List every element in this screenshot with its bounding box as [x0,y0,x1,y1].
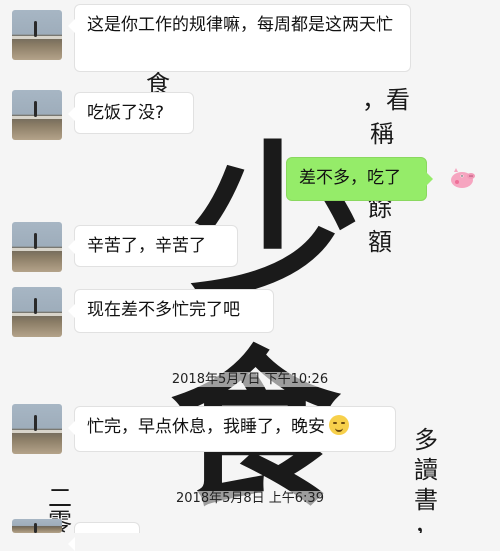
message-text: 这是你工作的规律嘛，每周都是这两天忙 [87,15,393,35]
contact-avatar[interactable] [12,287,62,337]
my-message-bubble[interactable]: 差不多，吃了 [286,157,433,201]
timestamp-text: 2018年5月8日 上午6:39 [172,491,328,506]
chat-wallpaper: 食 ，看 稱 餘 額 多 讀 書 ， 二 零 少 食 [0,0,500,533]
message-bubble[interactable]: 辛苦了，辛苦了 [68,225,238,267]
timestamp: 2018年5月8日 上午6:39 [0,487,500,506]
wallpaper-char: 稱 [370,120,394,148]
timestamp-text: 2018年5月7日 下午10:26 [167,372,333,387]
message-bubble[interactable]: 这是你工作的规律嘛，每周都是这两天忙 [68,4,411,72]
contact-avatar[interactable] [12,10,62,60]
timestamp: 2018年5月7日 下午10:26 [0,368,500,387]
message-bubble[interactable] [68,522,140,551]
message-text: 差不多，吃了 [299,168,401,188]
message-text: 现在差不多忙完了吧 [87,300,240,320]
message-text: 忙完，早点休息，我睡了，晚安 [87,417,325,437]
contact-avatar[interactable] [12,519,62,533]
message-bubble[interactable]: 吃饭了没? [68,92,194,134]
contact-avatar[interactable] [12,90,62,140]
contact-avatar[interactable] [12,404,62,454]
wallpaper-char: 讀 [414,456,438,484]
message-text: 吃饭了没? [87,103,165,123]
message-text: 辛苦了，辛苦了 [87,236,206,256]
wallpaper-char: 額 [368,228,392,256]
smiling-face-icon [329,415,349,435]
message-bubble[interactable]: 现在差不多忙完了吧 [68,289,274,333]
peppa-pig-icon[interactable] [450,167,476,189]
wallpaper-char: ， [414,511,438,533]
message-bubble[interactable]: 忙完，早点休息，我睡了，晚安 [68,406,396,452]
wallpaper-char: ，看 [362,86,410,114]
wallpaper-char: 多 [414,426,438,454]
contact-avatar[interactable] [12,222,62,272]
